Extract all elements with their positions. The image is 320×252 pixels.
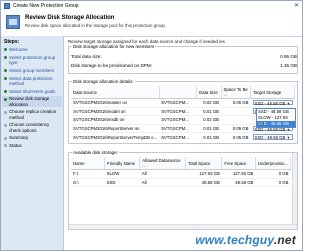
cell-total: 127.93 GB [185,169,222,179]
watermark-part1: www.techguy [195,233,274,247]
summary-heading: Disk storage allocation for new members [72,44,156,49]
table-row[interactable]: SVTGSCPM2016\ReportServerTempDB o... SVT… [71,132,295,141]
step-summary[interactable]: Summary [2,135,62,140]
cell-space [221,107,251,117]
chevron-down-icon[interactable]: ▼ [287,101,291,106]
steps-sidebar: Steps: Welcome Select protection group t… [1,36,64,250]
step-welcome[interactable]: Welcome [2,47,62,52]
target-storage-dropdown[interactable]: SSD - 48.58 GB SLOW - 127.93 GB SSD - 48… [256,108,296,128]
cell-under: 0 GB [255,178,291,188]
cell-server: SVTGSCPM... [159,115,197,125]
cell-source: SVTGSCPM2016\ReportServer on [71,124,160,134]
col-data-size[interactable]: Data Size [196,86,222,99]
cell-space: 0.05 GB [221,124,251,134]
total-data-size-row: Total data size: 0.95 GB [69,53,299,60]
window-title: Create New Protection Group [13,3,79,9]
available-storage-heading: Available disk storage: [72,150,119,155]
step-group-members[interactable]: Select group members [2,68,62,73]
cell-server: SVTGSCPM... [159,124,197,134]
cell-source: SVTGSCPM2016\ReportServerTempDB o... [71,132,160,141]
available-storage-table: Name Friendly Name Allowed Datasource ..… [71,157,291,188]
dropdown-option-selected[interactable]: SSD - 48.58 GB [257,121,295,127]
cell-space: 0.05 GB [221,132,251,141]
step-replica-method[interactable]: Choose replica creation method [2,109,62,120]
step-status[interactable]: Status [2,143,62,148]
disk-allocation-icon [6,15,20,29]
disk-storage-row: Disk storage to be provisioned on DPM: 1… [69,62,299,69]
cell-friendly-name: SSD [104,178,140,188]
step-consistency-check[interactable]: Choose consistency check options [2,122,62,133]
cell-size: 0.01 GB [196,107,222,117]
cell-server: SVTGSCPM... [159,98,197,108]
cell-size: 0.01 GB [196,132,222,141]
target-storage-select[interactable]: SSD - 48.58 GB ▼ [252,99,293,106]
select-value: SSD - 48.58 GB [254,135,286,141]
cell-target[interactable]: SSD - 48.58 GB▼ [250,132,295,141]
step-disk-allocation[interactable]: Review disk storage allocation [2,96,62,107]
cell-name: G:\ [71,178,105,188]
disk-storage-value: 1.36 GB [280,63,297,68]
cell-free: 48.58 GB [221,178,256,188]
cell-under: 0 GB [255,169,291,179]
disk-storage-label: Disk storage to be provisioned on DPM: [71,63,152,68]
watermark: www.techguy.net [195,233,296,247]
step-short-term-goals[interactable]: Select short-term goals [2,89,62,94]
app-icon [4,3,10,9]
chevron-down-icon[interactable]: ▼ [287,135,291,140]
cell-size: 0.01 GB [196,124,222,134]
cell-server: SVTGSCPM... [159,132,197,141]
cell-source: SVTGSCPM2016\msdb on [71,115,160,125]
cell-source: SVTGSCPM2016\model on [71,107,160,117]
total-data-size-label: Total data size: [71,54,102,59]
cell-source: SVTGSCPM2016\master on [71,98,160,108]
allocation-group: Disk storage allocation details: Data So… [68,79,298,144]
cell-friendly-name: SLOW [104,169,140,179]
col-name[interactable]: Name [71,157,106,170]
cell-allowed: All [139,169,186,179]
step-group-type[interactable]: Select protection group type [2,55,62,65]
col-data-source[interactable]: Data Source [71,86,160,99]
col-target-storage[interactable]: Target Storage [250,86,295,99]
cell-space: 0.05 GB [221,98,251,108]
vertical-scrollbar[interactable] [292,153,297,229]
cell-space [221,115,251,125]
cell-total: 48.58 GB [185,178,222,188]
main-panel: Review target storage assigned for each … [65,37,300,250]
col-space[interactable]: Space To Be ... [221,86,252,99]
cell-size: 0.02 GB [196,98,222,108]
total-data-size-value: 0.95 GB [280,54,297,59]
allocation-heading: Disk storage allocation details: [72,79,135,84]
summary-group: Disk storage allocation for new members … [68,44,299,74]
col-free-space[interactable]: Free Space [221,157,256,170]
cell-name: F:\ [71,169,105,179]
steps-heading: Steps: [4,39,20,45]
dialog-window: Create New Protection Group ✕ Review Dis… [0,0,303,251]
table-row[interactable]: F:\ SLOW All 127.93 GB 127.93 GB 0 GB [71,169,291,179]
col-allowed-datasource[interactable]: Allowed Datasource ... [139,157,186,170]
horizontal-scrollbar[interactable] [69,224,297,229]
cell-allowed: All [139,178,186,188]
table-row[interactable]: SVTGSCPM2016\master on SVTGSCPM... 0.02 … [71,98,295,108]
header-banner: Review Disk Storage Allocation Review di… [1,11,302,37]
select-value: SSD - 48.58 GB [254,100,286,106]
cell-free: 127.93 GB [221,169,256,179]
close-icon[interactable]: ✕ [294,2,299,9]
cell-size: 0.02 GB [196,115,222,125]
col-friendly-name[interactable]: Friendly Name [104,157,141,170]
cell-server: SVTGSCPM... [159,107,197,117]
cell-target[interactable]: SSD - 48.58 GB▼ [250,98,295,108]
table-row[interactable]: G:\ SSD All 48.58 GB 48.58 GB 0 GB [71,178,291,188]
page-subtitle: Review disk space allocated in the stora… [25,23,167,28]
target-storage-select[interactable]: SSD - 48.58 GB ▼ [252,134,293,141]
col-total-space[interactable]: Total Space [185,157,223,170]
available-storage-group: Available disk storage: Name Friendly Na… [68,150,298,230]
page-title: Review Disk Storage Allocation [25,15,115,21]
watermark-part2: .net [273,233,296,247]
col-underprovisioned[interactable]: Underprovisio... [255,157,291,170]
col-server[interactable] [159,86,198,99]
step-protection-method[interactable]: Select data protection method [2,76,62,86]
